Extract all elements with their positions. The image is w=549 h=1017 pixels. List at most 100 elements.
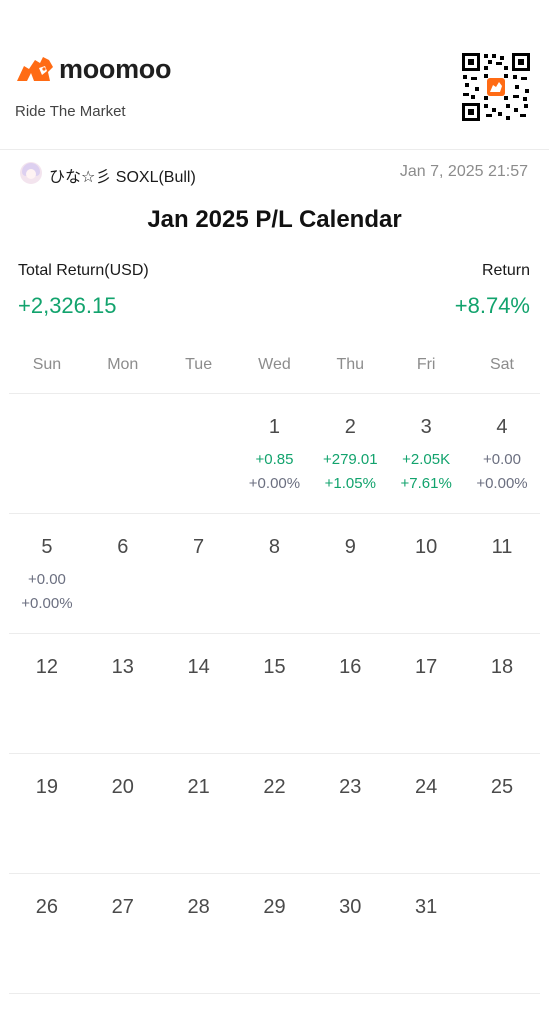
day-number [85, 415, 161, 439]
brand-name: moomoo [59, 53, 172, 84]
moomoo-logo: moomoo [15, 52, 171, 86]
total-return-value: +2,326.15 [18, 293, 117, 318]
weekday-wed: Wed [258, 356, 291, 373]
user-avatar[interactable] [20, 162, 42, 184]
day-number: 22 [263, 776, 286, 798]
calendar-day-28[interactable]: 28 [161, 874, 237, 993]
weekday-sat: Sat [489, 356, 514, 373]
day-pl-value: +2.05K [402, 451, 451, 468]
calendar-day-29[interactable]: 29 [237, 874, 313, 993]
return-percent-value: +8.74% [454, 293, 530, 318]
day-number: 14 [187, 656, 210, 678]
calendar-day-12[interactable]: 12 [9, 634, 85, 753]
day-number: 28 [187, 896, 210, 918]
day-pl-value: +279.01 [322, 451, 378, 468]
weekday-mon: Mon [107, 356, 139, 373]
calendar-day-16[interactable]: 16 [312, 634, 388, 753]
calendar-day-3[interactable]: 3 +2.05K +7.61% [388, 394, 464, 513]
day-number [464, 895, 540, 919]
day-number: 18 [490, 656, 514, 678]
day-return-percent: +0.00% [248, 475, 301, 492]
day-number: 21 [187, 776, 210, 798]
day-number: 17 [415, 656, 438, 678]
calendar-day-22[interactable]: 22 [237, 754, 313, 873]
day-number: 5 [41, 536, 53, 558]
calendar-week-row: 1 +0.85 +0.00% 2 +279.01 +1.05% 3 +2.05K +7.61% 4… [9, 394, 540, 514]
day-number: 9 [344, 536, 356, 558]
day-return-percent: +0.00% [21, 595, 73, 612]
day-number: 6 [117, 536, 129, 558]
calendar-day-4[interactable]: 4 +0.00 +0.00% [464, 394, 540, 513]
calendar-day-7[interactable]: 7 [161, 514, 237, 633]
calendar-day-21[interactable]: 21 [161, 754, 237, 873]
calendar-day-25[interactable]: 25 [464, 754, 540, 873]
calendar-day-8[interactable]: 8 [237, 514, 313, 633]
calendar-day-27[interactable]: 27 [85, 874, 161, 993]
calendar-empty-cell [85, 394, 161, 513]
day-number: 27 [111, 896, 134, 918]
return-label: Return [481, 262, 530, 279]
day-number: 10 [415, 536, 438, 558]
day-number: 3 [420, 416, 432, 438]
calendar-day-13[interactable]: 13 [85, 634, 161, 753]
day-number: 29 [263, 896, 286, 918]
share-header: moomoo Ride The Market [0, 0, 549, 150]
day-number: 16 [339, 656, 362, 678]
day-number [161, 415, 237, 439]
calendar-day-6[interactable]: 6 [85, 514, 161, 633]
weekday-fri: Fri [416, 356, 436, 373]
day-number: 8 [268, 536, 281, 558]
calendar-week-row: 5 +0.00 +0.00% 6 7 8 9 10 11 [9, 514, 540, 634]
calendar-day-30[interactable]: 30 [312, 874, 388, 993]
calendar-day-10[interactable]: 10 [388, 514, 464, 633]
day-number: 26 [35, 896, 59, 918]
weekday-sun: Sun [32, 356, 62, 373]
calendar-day-18[interactable]: 18 [464, 634, 540, 753]
day-number: 23 [339, 776, 362, 798]
calendar-empty-cell [9, 394, 85, 513]
weekday-header: Sun Mon Tue Wed Thu Fri Sat [9, 356, 540, 394]
calendar-day-26[interactable]: 26 [9, 874, 85, 993]
moomoo-bull-logo-icon [17, 57, 53, 81]
day-number: 2 [344, 416, 356, 438]
calendar-empty-cell [161, 394, 237, 513]
day-number: 25 [490, 776, 514, 798]
calendar-grid: 1 +0.85 +0.00% 2 +279.01 +1.05% 3 +2.05K +7.61% 4… [9, 394, 540, 994]
post-timestamp: Jan 7, 2025 21:57 [399, 163, 528, 180]
calendar-day-24[interactable]: 24 [388, 754, 464, 873]
calendar-day-5[interactable]: 5 +0.00 +0.00% [9, 514, 85, 633]
calendar-week-row: 12 13 14 15 16 17 18 [9, 634, 540, 754]
calendar-title: Jan 2025 P/L Calendar [147, 206, 402, 233]
username[interactable]: ひな☆彡 SOXL(Bull) [49, 163, 196, 187]
calendar-day-15[interactable]: 15 [237, 634, 313, 753]
day-number: 1 [268, 416, 281, 438]
calendar-day-20[interactable]: 20 [85, 754, 161, 873]
calendar-day-31[interactable]: 31 [388, 874, 464, 993]
day-number: 30 [339, 896, 362, 918]
calendar-day-9[interactable]: 9 [312, 514, 388, 633]
calendar-day-17[interactable]: 17 [388, 634, 464, 753]
day-number: 24 [415, 776, 438, 798]
calendar-week-row: 26 27 28 29 30 31 [9, 874, 540, 994]
day-number: 13 [111, 656, 134, 678]
brand-tagline: Ride The Market [15, 103, 126, 120]
calendar-empty-cell [464, 874, 540, 993]
qr-code-icon [461, 52, 531, 122]
weekday-thu: Thu [336, 356, 365, 373]
calendar-day-14[interactable]: 14 [161, 634, 237, 753]
day-number: 7 [193, 536, 205, 558]
calendar-day-19[interactable]: 19 [9, 754, 85, 873]
day-return-percent: +7.61% [400, 475, 452, 492]
post-meta-row: ひな☆彡 SOXL(Bull) Jan 7, 2025 21:57 [0, 158, 549, 188]
calendar-day-11[interactable]: 11 [464, 514, 540, 633]
day-pl-value: +0.00 [483, 451, 521, 468]
day-number: 11 [491, 536, 513, 558]
calendar-day-2[interactable]: 2 +279.01 +1.05% [312, 394, 388, 513]
calendar-week-row: 19 20 21 22 23 24 25 [9, 754, 540, 874]
day-number [9, 415, 85, 439]
day-number: 4 [496, 416, 508, 438]
calendar-day-23[interactable]: 23 [312, 754, 388, 873]
day-number: 12 [35, 656, 59, 678]
calendar-day-1[interactable]: 1 +0.85 +0.00% [237, 394, 313, 513]
day-number: 15 [263, 656, 286, 678]
